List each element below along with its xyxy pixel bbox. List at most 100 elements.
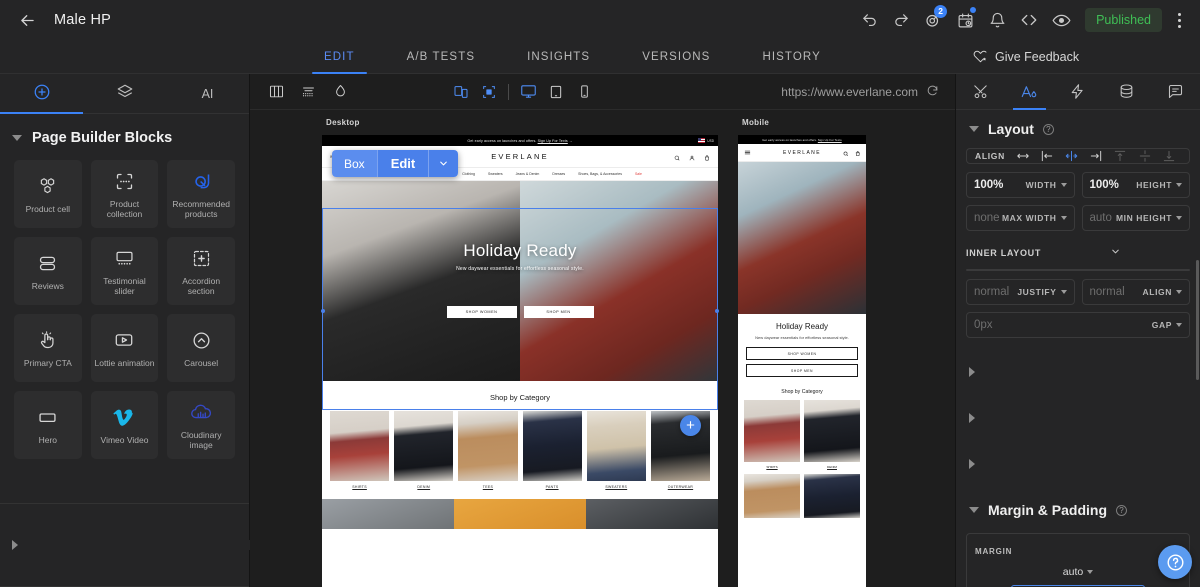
chevron-down-icon[interactable]: [1176, 216, 1182, 220]
refresh-icon[interactable]: [926, 84, 939, 100]
notifications-button[interactable]: [983, 6, 1011, 34]
grid-lines-button[interactable]: [294, 79, 322, 105]
category-label[interactable]: SHIRTS: [352, 485, 367, 489]
give-feedback-button[interactable]: Give Feedback: [955, 40, 1200, 74]
tab-ab-tests[interactable]: A/B TESTS: [381, 40, 501, 73]
align-middle-button[interactable]: [1132, 149, 1156, 163]
category-item[interactable]: SWEATERS: [586, 411, 646, 489]
published-status-button[interactable]: Published: [1085, 8, 1162, 32]
mobile-announcement-link[interactable]: Sign Up For Texts: [818, 138, 842, 142]
category-label[interactable]: OUTERWEAR: [668, 485, 693, 489]
style-tab[interactable]: [1005, 74, 1054, 110]
category-label[interactable]: SWEATERS: [605, 485, 627, 489]
goals-button[interactable]: 2: [919, 5, 948, 34]
typography-section-header[interactable]: Typography: [956, 445, 1200, 483]
chevron-down-icon[interactable]: [1176, 290, 1182, 294]
chevron-down-icon[interactable]: [1060, 290, 1067, 294]
category-label[interactable]: TEES: [483, 485, 493, 489]
currency-selector[interactable]: USD: [698, 138, 714, 143]
category-item[interactable]: DENIM: [804, 400, 860, 469]
shop-women-button[interactable]: SHOP WOMEN: [446, 306, 517, 318]
align-center-horizontal-button[interactable]: [1060, 149, 1084, 163]
category-label[interactable]: DENIM: [804, 465, 860, 469]
block-primary-cta[interactable]: Primary CTA: [14, 314, 82, 382]
max-width-field[interactable]: none MAX WIDTH: [966, 205, 1075, 231]
visibility-section-header[interactable]: Visibility ?: [956, 353, 1200, 391]
category-label[interactable]: PANTS: [546, 485, 559, 489]
chevron-down-icon[interactable]: [428, 150, 459, 177]
tools-tab[interactable]: [956, 74, 1005, 109]
chevron-right-icon[interactable]: [969, 367, 1200, 377]
mobile-preview-frame[interactable]: Get early access on launches and offers.…: [738, 135, 866, 587]
align-left-button[interactable]: [1035, 149, 1059, 163]
cart-icon[interactable]: [704, 148, 710, 166]
block-product-cell[interactable]: Product cell: [14, 160, 82, 228]
data-tab[interactable]: [1102, 74, 1151, 109]
layers-tab[interactable]: [83, 74, 166, 113]
url-bar[interactable]: https://www.everlane.com: [781, 84, 943, 100]
chevron-down-icon[interactable]: [969, 126, 979, 132]
chip-edit-button[interactable]: Edit: [376, 150, 429, 177]
subnav-dresses[interactable]: Dresses: [552, 172, 565, 176]
chevron-right-icon[interactable]: [969, 459, 1200, 469]
justify-field[interactable]: normal JUSTIFY: [966, 279, 1075, 305]
tab-insights[interactable]: INSIGHTS: [501, 40, 616, 73]
tab-versions[interactable]: VERSIONS: [616, 40, 736, 73]
margin-top-value-wrap[interactable]: auto: [1063, 566, 1094, 578]
chevron-down-icon[interactable]: [1176, 183, 1182, 187]
category-item[interactable]: SHIRTS: [330, 411, 390, 489]
width-unit[interactable]: WIDTH: [1026, 180, 1067, 190]
layout-section-header[interactable]: Layout ?: [956, 110, 1200, 146]
chevron-down-icon[interactable]: [1060, 216, 1067, 220]
help-button[interactable]: [1158, 545, 1192, 579]
redo-button[interactable]: [887, 6, 915, 34]
columns-button[interactable]: [262, 79, 290, 105]
block-accordion-section[interactable]: Accordion section: [167, 237, 235, 305]
mobile-shop-men-button[interactable]: SHOP MEN: [746, 364, 858, 377]
preview-canvas[interactable]: Desktop Mobile Get early access on launc…: [250, 110, 955, 587]
tab-history[interactable]: HISTORY: [736, 40, 846, 73]
kebab-menu-icon[interactable]: [1168, 6, 1190, 34]
chevron-down-icon[interactable]: [1087, 570, 1094, 574]
subnav-sale[interactable]: Sale: [635, 172, 642, 176]
back-arrow-icon[interactable]: [14, 7, 40, 33]
background-section-header[interactable]: Background ?: [956, 399, 1200, 437]
align-stretch-horizontal-button[interactable]: [1011, 149, 1035, 163]
personalization-button[interactable]: [326, 79, 354, 105]
multi-device-button[interactable]: [447, 79, 475, 105]
min-height-field[interactable]: auto MIN HEIGHT: [1081, 205, 1190, 231]
shop-men-button[interactable]: SHOP MEN: [523, 306, 594, 318]
block-reviews[interactable]: Reviews: [14, 237, 82, 305]
help-icon[interactable]: ?: [1042, 123, 1054, 135]
subnav-jeans-denim[interactable]: Jeans & Denim: [516, 172, 540, 176]
page-builder-utilities-header[interactable]: Page Builder Utilities: [0, 504, 319, 586]
category-label[interactable]: SHIRTS: [744, 465, 800, 469]
align-top-button[interactable]: [1108, 149, 1132, 163]
schedule-button[interactable]: [951, 6, 979, 34]
subnav-clothing[interactable]: Clothing: [462, 172, 475, 176]
preview-button[interactable]: [1047, 6, 1075, 34]
margin-top-control[interactable]: auto: [975, 562, 1181, 580]
account-icon[interactable]: [689, 148, 695, 166]
block-lottie-animation[interactable]: Lottie animation: [90, 314, 159, 382]
margin-padding-section-header[interactable]: Margin & Padding ?: [956, 491, 1200, 529]
tablet-button[interactable]: [542, 79, 570, 105]
chevron-down-icon[interactable]: [1110, 244, 1121, 262]
block-carousel[interactable]: Carousel: [167, 314, 235, 382]
width-field[interactable]: 100% WIDTH: [966, 172, 1075, 198]
block-vimeo-video[interactable]: Vimeo Video: [90, 391, 159, 459]
align-right-button[interactable]: [1084, 149, 1108, 163]
category-label[interactable]: DENIM: [417, 485, 430, 489]
help-icon[interactable]: ?: [1116, 504, 1127, 516]
comments-tab[interactable]: [1151, 74, 1200, 109]
category-item[interactable]: TEES: [458, 411, 518, 489]
element-edit-chip[interactable]: Box Edit: [332, 150, 459, 177]
category-item[interactable]: DENIM: [394, 411, 454, 489]
right-panel-scrollbar[interactable]: [1195, 110, 1200, 587]
justify-unit[interactable]: JUSTIFY: [1017, 287, 1067, 297]
category-item[interactable]: SHIRTS: [744, 400, 800, 469]
search-icon[interactable]: [843, 144, 849, 162]
block-product-collection[interactable]: Product collection: [90, 160, 159, 228]
gap-unit[interactable]: GAP: [1152, 320, 1182, 330]
tab-edit[interactable]: EDIT: [298, 40, 381, 74]
